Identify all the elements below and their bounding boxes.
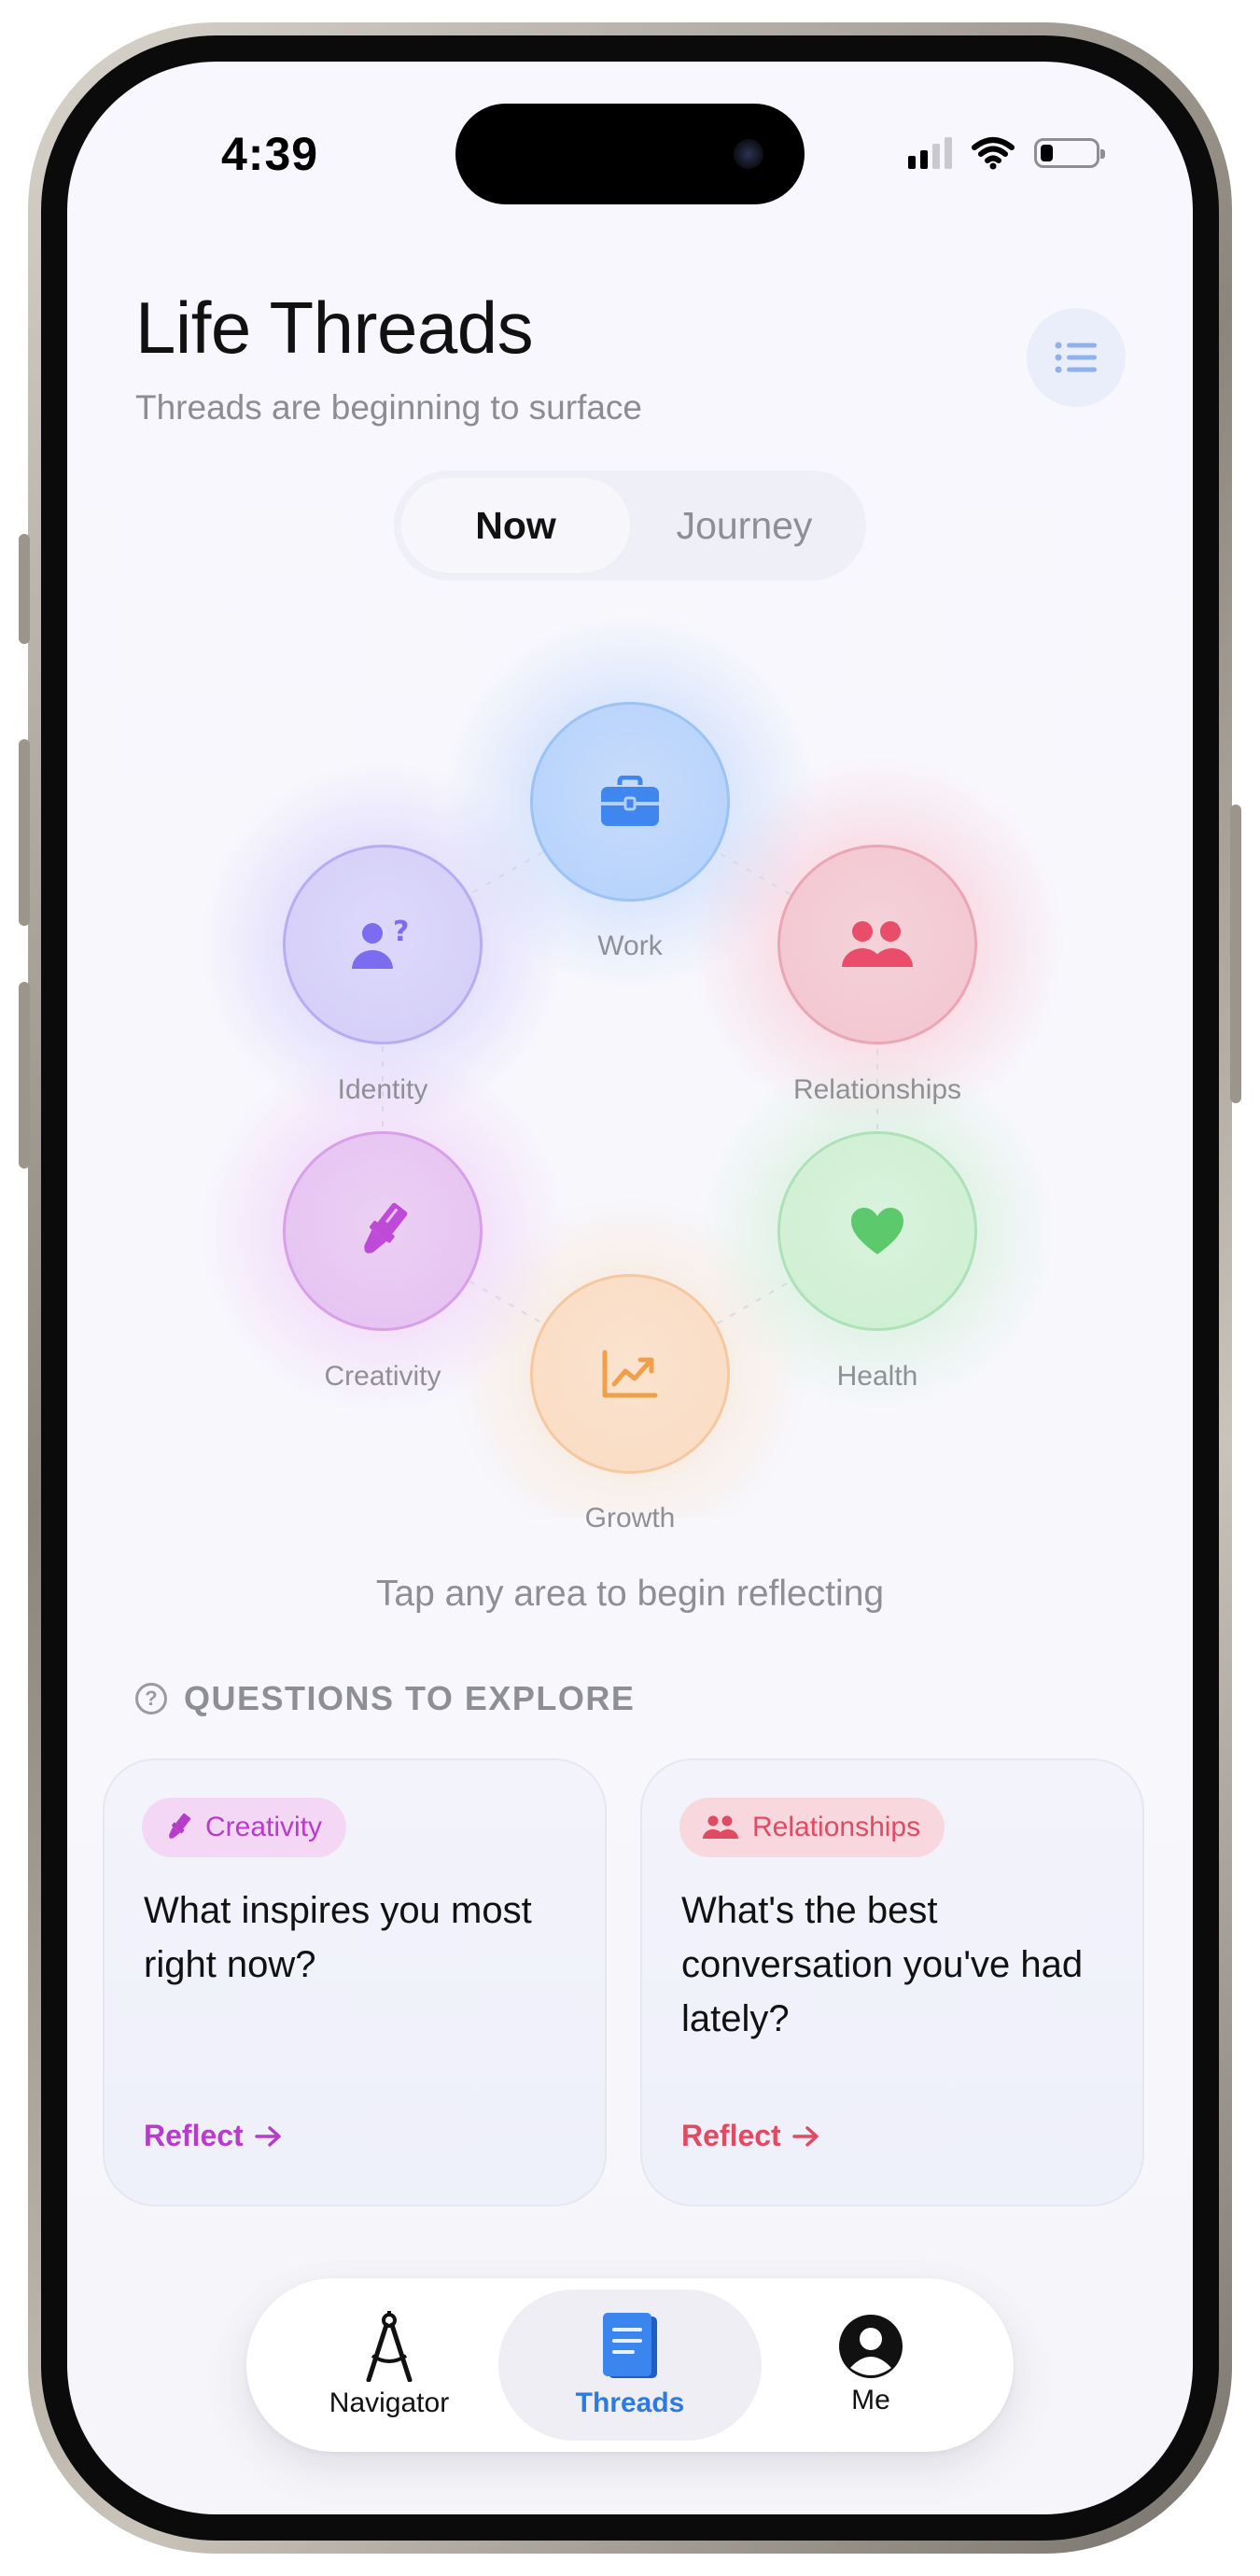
- node-work[interactable]: [530, 702, 730, 902]
- profile-icon: [839, 2315, 903, 2378]
- node-label-identity: Identity: [337, 1074, 428, 1105]
- side-button-volume-up: [19, 739, 30, 926]
- node-relationships[interactable]: [777, 845, 977, 1044]
- heart-icon: [851, 1208, 903, 1254]
- side-button-power: [1230, 805, 1241, 1103]
- notebook-icon: [603, 2313, 657, 2378]
- node-label-growth-visible: Growth: [584, 1503, 676, 1533]
- svg-text:?: ?: [393, 917, 409, 948]
- tab-navigator[interactable]: Navigator: [258, 2289, 521, 2441]
- tab-threads[interactable]: Threads: [498, 2289, 762, 2441]
- reflect-link[interactable]: Reflect: [681, 2119, 820, 2153]
- reflect-link[interactable]: Reflect: [144, 2119, 283, 2153]
- question-text: What inspires you most right now?: [144, 1890, 532, 1985]
- people-icon: [703, 1815, 738, 1839]
- tab-me[interactable]: Me: [739, 2289, 1002, 2441]
- category-label: Relationships: [752, 1812, 921, 1842]
- paintbrush-icon: [364, 1202, 408, 1253]
- node-label-relationships: Relationships: [792, 1074, 962, 1105]
- node-growth[interactable]: [530, 1274, 730, 1474]
- briefcase-icon: [601, 776, 659, 826]
- side-button-action: [19, 534, 30, 644]
- question-text: What's the best conversation you've had …: [681, 1890, 1084, 2039]
- category-pill: Creativity: [142, 1798, 347, 1857]
- side-button-volume-down: [19, 982, 30, 1169]
- arrow-right-icon: [791, 2125, 819, 2147]
- node-label-creativity: Creativity: [324, 1361, 441, 1392]
- node-label-work: Work: [597, 931, 663, 961]
- chart-line-icon: [602, 1350, 658, 1398]
- node-health[interactable]: [777, 1131, 977, 1331]
- question-card-relationships[interactable]: Relationships What's the best conversati…: [640, 1758, 1144, 2206]
- arrow-right-icon: [254, 2125, 281, 2147]
- paintbrush-icon: [169, 1813, 191, 1839]
- compass-drafting-icon: [366, 2311, 413, 2382]
- question-card-creativity[interactable]: Creativity What inspires you most right …: [103, 1758, 607, 2206]
- node-label-health: Health: [836, 1361, 918, 1392]
- node-identity[interactable]: ?: [283, 845, 483, 1044]
- category-label: Creativity: [205, 1812, 323, 1842]
- people-icon: [842, 921, 913, 967]
- question-circle-icon: ?: [135, 1683, 167, 1715]
- questions-section-heading: ? QUESTIONS TO EXPLORE: [135, 1679, 635, 1718]
- category-pill: Relationships: [679, 1798, 945, 1857]
- question-cards: Creativity What inspires you most right …: [103, 1758, 1157, 2225]
- tab-bar: Navigator Threads Me: [246, 2278, 1014, 2452]
- node-creativity[interactable]: [283, 1131, 483, 1331]
- reflect-hint: Tap any area to begin reflecting: [375, 1574, 885, 1614]
- screen: 4:39 Life Threads Threads are beginning …: [67, 62, 1193, 2514]
- person-question-icon: ?: [352, 917, 409, 969]
